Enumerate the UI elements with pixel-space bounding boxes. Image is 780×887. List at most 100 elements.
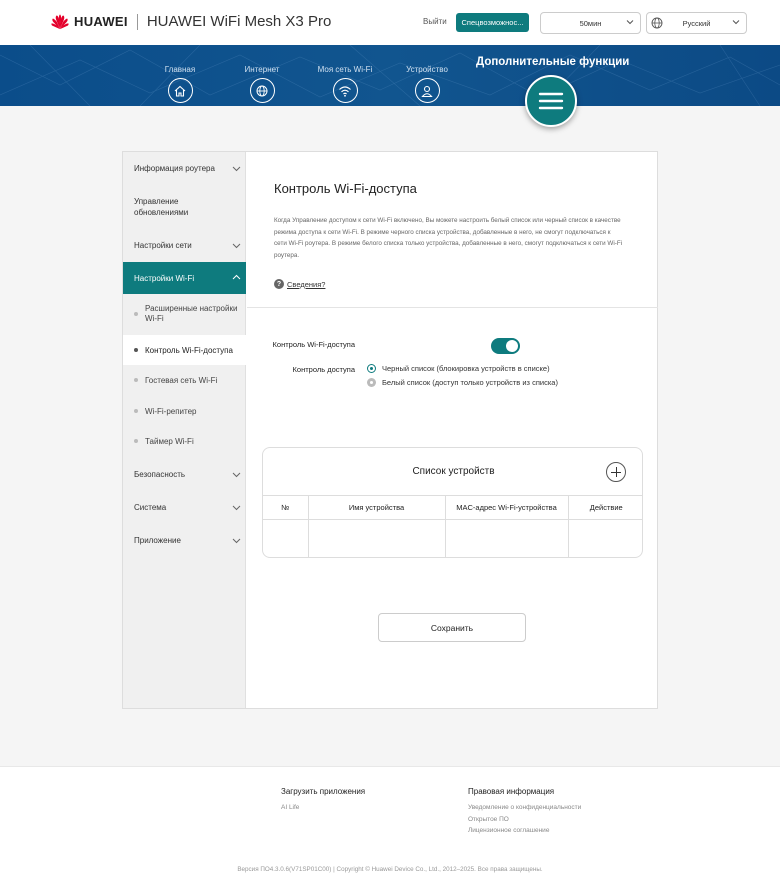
save-button[interactable]: Сохранить [378, 613, 526, 642]
user-icon [414, 78, 440, 103]
page-description: Когда Управление доступом к сети Wi-Fi в… [274, 217, 623, 259]
menu-icon [538, 92, 564, 110]
column-header: MAC-адрес Wi-Fi-устройства [445, 495, 569, 520]
table-cell [263, 519, 309, 557]
table-row [263, 519, 642, 558]
sidebar-item-label: Настройки сети [134, 241, 192, 250]
footer-legal: Правовая информация Уведомление о конфид… [468, 787, 581, 837]
radio-whitelist[interactable]: Белый список (доступ только устройств из… [367, 378, 558, 387]
language-value: Русский [682, 18, 711, 28]
device-list: Список устройств № Имя устройства MAC-ад… [262, 447, 643, 558]
radio-blacklist[interactable]: Черный список (блокировка устройств в сп… [367, 364, 550, 373]
footer-heading: Загрузить приложения [281, 787, 366, 796]
sidebar-item-system[interactable]: Система [123, 491, 246, 524]
sidebar-subitem-access-control[interactable]: Контроль Wi-Fi-доступа [123, 335, 246, 365]
help-icon: ? [274, 279, 284, 289]
info-link-label: Сведения? [287, 279, 326, 289]
chevron-down-icon [232, 505, 241, 511]
logo[interactable]: HUAWEI HUAWEI WiFi Mesh X3 Pro [51, 13, 331, 30]
info-link[interactable]: ? Сведения? [274, 279, 325, 289]
sidebar-item-network[interactable]: Настройки сети [123, 229, 246, 262]
nav-item-home[interactable]: Главная [145, 65, 215, 103]
sidebar-item-label: Приложение [134, 536, 181, 545]
column-header: Имя устройства [308, 495, 446, 520]
sidebar-item-label: Информация роутера [134, 164, 215, 173]
menu-button[interactable] [525, 75, 577, 127]
bullet-icon [134, 348, 138, 352]
sidebar-item-label: Настройки Wi-Fi [134, 273, 195, 283]
sidebar-item-router-info[interactable]: Информация роутера [123, 152, 246, 185]
product-name: HUAWEI WiFi Mesh X3 Pro [146, 13, 332, 30]
language-select[interactable]: Русский [646, 12, 747, 34]
sidebar-item-label: Система [134, 503, 167, 512]
banner-pattern [0, 45, 780, 106]
chevron-up-icon [232, 274, 241, 280]
sidebar-item-label: Wi-Fi-репитер [145, 406, 197, 416]
chevron-down-icon [232, 243, 241, 249]
logout-link[interactable]: Выйти [423, 17, 447, 26]
radio-selected-icon [367, 364, 376, 373]
copyright: Версия ПО4.3.0.6(V71SP01C00) | Copyright… [237, 866, 543, 873]
nav-banner: Главная Интернет Моя сеть Wi-Fi Устройст… [0, 45, 780, 106]
brand-text: HUAWEI [74, 14, 128, 29]
radio-label: Белый список (доступ только устройств из… [382, 378, 558, 387]
add-device-button[interactable] [606, 462, 626, 482]
sidebar-item-label: Гостевая сеть Wi-Fi [145, 376, 218, 385]
sidebar-item-apps[interactable]: Приложение [123, 524, 246, 557]
footer-link-license[interactable]: Лицензионное соглашение [468, 825, 581, 837]
toggle-label: Контроль Wi-Fi-доступа [272, 340, 355, 349]
radio-unselected-icon [367, 378, 376, 387]
divider [136, 13, 138, 30]
footer: Загрузить приложения AI Life Правовая ин… [0, 766, 780, 887]
top-bar: HUAWEI HUAWEI WiFi Mesh X3 Pro Выйти Спе… [0, 0, 780, 45]
footer-download: Загрузить приложения AI Life [281, 787, 365, 814]
sidebar-item-label: Управление обновлениями [134, 197, 189, 217]
access-control-toggle[interactable] [491, 338, 520, 354]
globe-icon [651, 17, 663, 29]
footer-link-open-source[interactable]: Открытое ПО [468, 814, 581, 826]
sidebar-item-updates[interactable]: Управление обновлениями [123, 185, 246, 229]
bullet-icon [134, 439, 138, 443]
globe-icon [249, 78, 275, 103]
timeout-select[interactable]: 50мин [540, 12, 641, 34]
sidebar-subitem-wifi-timer[interactable]: Таймер Wi-Fi [123, 426, 246, 456]
column-header: Действие [568, 495, 642, 520]
chevron-down-icon [626, 20, 634, 25]
device-list-title: Список устройств [412, 466, 495, 477]
chevron-down-icon [232, 166, 241, 172]
sidebar-item-security[interactable]: Безопасность [123, 458, 246, 491]
sidebar-item-label: Безопасность [134, 470, 186, 479]
radio-label: Черный список (блокировка устройств в сп… [382, 364, 550, 373]
bullet-icon [134, 378, 138, 382]
sidebar-item-label: Контроль Wi-Fi-доступа [145, 345, 233, 355]
footer-link-ai-life[interactable]: AI Life [281, 802, 365, 814]
device-table: № Имя устройства MAC-адрес Wi-Fi-устройс… [263, 495, 642, 558]
nav-item-wifi[interactable]: Моя сеть Wi-Fi [310, 65, 380, 103]
nav-item-internet[interactable]: Интернет [227, 65, 297, 103]
table-cell [568, 520, 642, 558]
sidebar-subitem-repeater[interactable]: Wi-Fi-репитер [123, 396, 246, 426]
nav-item-device[interactable]: Устройство [392, 65, 462, 103]
sidebar-subitem-guest-wifi[interactable]: Гостевая сеть Wi-Fi [123, 365, 246, 396]
footer-link-privacy[interactable]: Уведомление о конфиденциальности [468, 802, 581, 814]
chevron-down-icon [732, 20, 740, 25]
table-cell [445, 519, 569, 557]
footer-heading: Правовая информация [468, 787, 555, 796]
toggle-knob [506, 340, 518, 352]
home-icon [167, 78, 193, 103]
sidebar-subitem-advanced-wifi[interactable]: Расширенные настройки Wi-Fi [123, 294, 246, 334]
bullet-icon [134, 312, 138, 316]
wifi-icon [332, 78, 358, 103]
timeout-value: 50мин [579, 18, 602, 28]
nav-label: Интернет [244, 65, 280, 74]
sidebar-item-wifi-settings[interactable]: Настройки Wi-Fi [123, 262, 246, 294]
page-title: Контроль Wi-Fi-доступа [274, 181, 417, 196]
main-panel: Информация роутера Управление обновления… [122, 151, 658, 709]
content-area: Контроль Wi-Fi-доступа Когда Управление … [247, 152, 658, 708]
bullet-icon [134, 409, 138, 413]
nav-label: Устройство [406, 65, 448, 74]
nav-label: Главная [164, 65, 196, 74]
nav-item-advanced[interactable]: Дополнительные функции [476, 56, 629, 68]
accessibility-button[interactable]: Спецвозможнос... [456, 13, 529, 32]
chevron-down-icon [232, 472, 241, 478]
